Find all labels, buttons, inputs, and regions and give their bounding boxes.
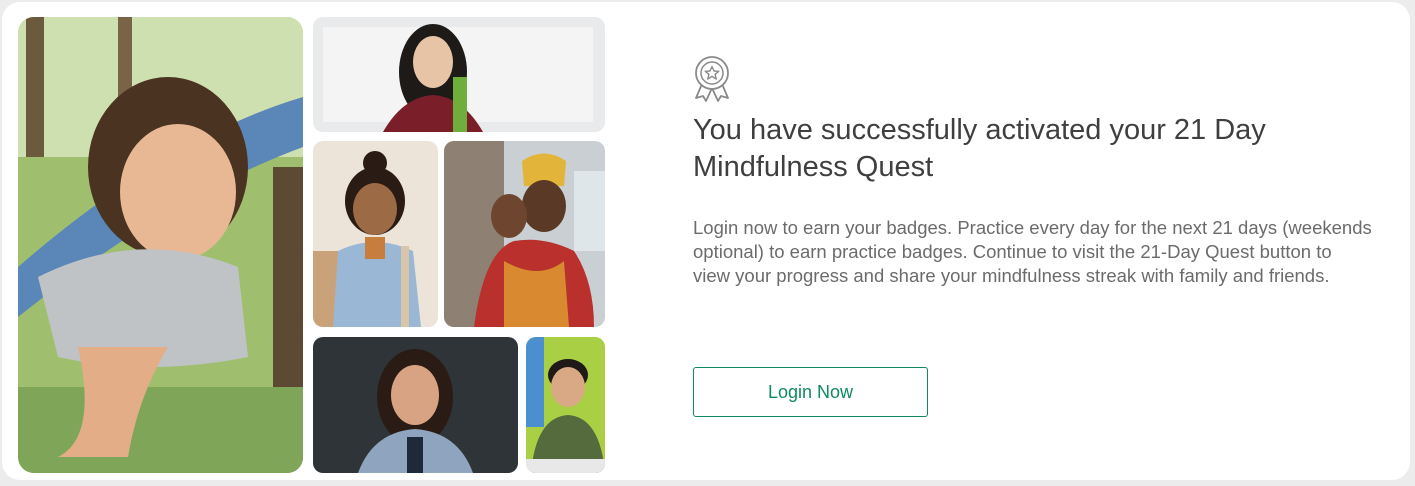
award-ribbon-icon <box>693 54 731 102</box>
photo-boy-at-desk <box>526 337 605 473</box>
photo-mother-and-daughter <box>444 141 605 327</box>
login-now-button[interactable]: Login Now <box>693 367 928 417</box>
photo-smiling-woman <box>313 337 518 473</box>
activation-content: You have successfully activated your 21 … <box>693 54 1373 288</box>
photo-boy-in-hammock <box>18 17 303 473</box>
activation-card: You have successfully activated your 21 … <box>2 2 1410 480</box>
activation-description: Login now to earn your badges. Practice … <box>693 217 1372 286</box>
photo-girl-backpack <box>313 141 438 327</box>
page-title: You have successfully activated your 21 … <box>693 114 1266 183</box>
photo-teacher-whiteboard <box>313 17 605 132</box>
